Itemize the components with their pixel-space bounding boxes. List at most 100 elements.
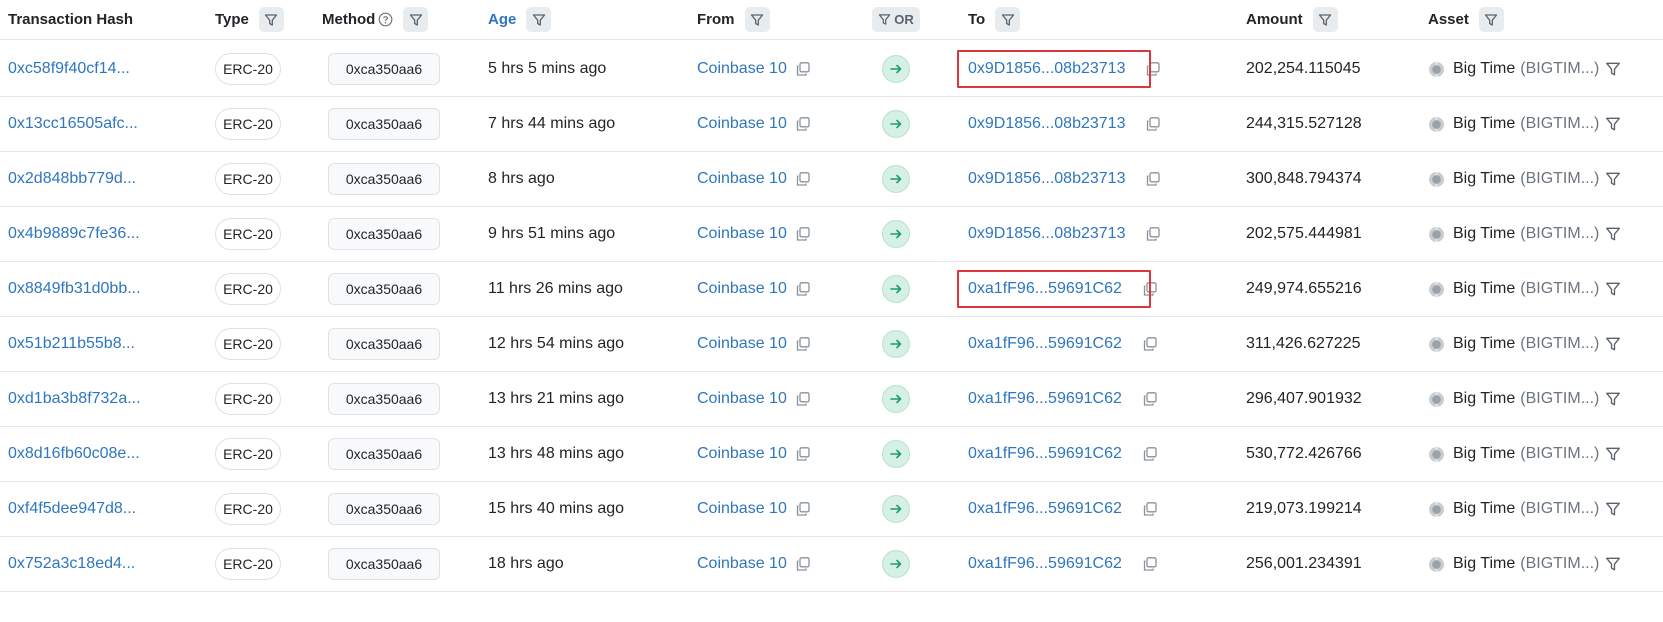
age-text: 15 hrs 40 mins ago [488,500,625,517]
method-badge[interactable]: 0xca350aa6 [328,218,440,250]
type-filter-button[interactable] [258,7,284,32]
transaction-hash-link[interactable]: 0x4b9889c7fe36... [8,225,140,243]
asset-filter-icon[interactable] [1605,336,1621,352]
from-address-link[interactable]: Coinbase 10 [697,390,787,408]
transaction-hash-link[interactable]: 0xf4f5dee947d8... [8,500,136,518]
help-icon[interactable] [378,12,393,27]
from-address-link[interactable]: Coinbase 10 [697,115,787,133]
copy-icon[interactable] [795,556,811,572]
transaction-hash-link[interactable]: 0xc58f9f40cf14... [8,60,130,78]
copy-icon[interactable] [795,61,811,77]
copy-icon[interactable] [1142,391,1158,407]
asset-filter-icon[interactable] [1605,501,1621,517]
method-badge[interactable]: 0xca350aa6 [328,108,440,140]
method-badge[interactable]: 0xca350aa6 [328,163,440,195]
copy-icon[interactable] [1145,116,1161,132]
method-badge[interactable]: 0xca350aa6 [328,328,440,360]
header-age-toggle[interactable]: Age [488,11,516,28]
asset-name-link[interactable]: Big Time [1453,115,1515,133]
type-badge: ERC-20 [215,108,281,140]
method-badge[interactable]: 0xca350aa6 [328,438,440,470]
token-icon [1428,61,1445,78]
transfer-direction-icon [882,55,910,83]
asset-name-link[interactable]: Big Time [1453,390,1515,408]
asset-name-link[interactable]: Big Time [1453,555,1515,573]
copy-icon[interactable] [795,336,811,352]
token-icon [1428,116,1445,133]
amount-value: 202,575.444981 [1246,225,1362,242]
asset-filter-icon[interactable] [1605,556,1621,572]
filter-icon [750,13,764,26]
to-address-link[interactable]: 0xa1fF96...59691C62 [968,335,1122,353]
copy-icon[interactable] [795,171,811,187]
copy-icon[interactable] [795,226,811,242]
from-address-link[interactable]: Coinbase 10 [697,225,787,243]
method-badge[interactable]: 0xca350aa6 [328,383,440,415]
transaction-hash-link[interactable]: 0x752a3c18ed4... [8,555,135,573]
copy-icon[interactable] [1142,556,1158,572]
asset-filter-icon[interactable] [1605,281,1621,297]
to-address-link[interactable]: 0x9D1856...08b23713 [968,225,1125,243]
asset-filter-icon[interactable] [1605,171,1621,187]
method-badge[interactable]: 0xca350aa6 [328,493,440,525]
asset-name-link[interactable]: Big Time [1453,225,1515,243]
asset-name-link[interactable]: Big Time [1453,500,1515,518]
to-address-link[interactable]: 0xa1fF96...59691C62 [968,500,1122,518]
or-label: OR [894,12,914,27]
asset-name-link[interactable]: Big Time [1453,445,1515,463]
from-address-link[interactable]: Coinbase 10 [697,500,787,518]
asset-name-link[interactable]: Big Time [1453,60,1515,78]
method-badge[interactable]: 0xca350aa6 [328,53,440,85]
from-address-link[interactable]: Coinbase 10 [697,445,787,463]
copy-icon[interactable] [795,281,811,297]
asset-filter-icon[interactable] [1605,446,1621,462]
transaction-hash-link[interactable]: 0x2d848bb779d... [8,170,136,188]
amount-filter-button[interactable] [1312,7,1338,32]
type-badge: ERC-20 [215,493,281,525]
type-badge: ERC-20 [215,273,281,305]
filter-icon [409,13,422,26]
to-address-link[interactable]: 0xa1fF96...59691C62 [968,555,1122,573]
from-address-link[interactable]: Coinbase 10 [697,60,787,78]
to-address-link[interactable]: 0x9D1856...08b23713 [968,115,1125,133]
transaction-hash-link[interactable]: 0x8849fb31d0bb... [8,280,141,298]
col-method: Method [322,0,429,39]
copy-icon[interactable] [1142,446,1158,462]
method-filter-button[interactable] [403,7,429,32]
copy-icon[interactable] [795,391,811,407]
asset-filter-icon[interactable] [1605,226,1621,242]
to-address-link[interactable]: 0x9D1856...08b23713 [968,170,1125,188]
transaction-hash-link[interactable]: 0x13cc16505afc... [8,115,138,133]
transaction-hash-link[interactable]: 0x51b211b55b8... [8,335,135,353]
from-filter-button[interactable] [744,7,770,32]
transaction-hash-link[interactable]: 0xd1ba3b8f732a... [8,390,141,408]
to-filter-button[interactable] [995,7,1021,32]
to-address-link[interactable]: 0xa1fF96...59691C62 [968,390,1122,408]
copy-icon[interactable] [795,116,811,132]
asset-filter-icon[interactable] [1605,116,1621,132]
from-address-link[interactable]: Coinbase 10 [697,170,787,188]
from-address-link[interactable]: Coinbase 10 [697,555,787,573]
asset-filter-icon[interactable] [1605,61,1621,77]
copy-icon[interactable] [1142,336,1158,352]
from-address-link[interactable]: Coinbase 10 [697,335,787,353]
transaction-hash-link[interactable]: 0x8d16fb60c08e... [8,445,140,463]
method-badge[interactable]: 0xca350aa6 [328,273,440,305]
copy-icon[interactable] [1145,226,1161,242]
copy-icon[interactable] [795,501,811,517]
asset-name-link[interactable]: Big Time [1453,280,1515,298]
type-badge: ERC-20 [215,328,281,360]
copy-icon[interactable] [795,446,811,462]
from-address-link[interactable]: Coinbase 10 [697,280,787,298]
age-filter-button[interactable] [526,7,552,32]
copy-icon[interactable] [1145,171,1161,187]
method-badge[interactable]: 0xca350aa6 [328,548,440,580]
or-filter-button[interactable]: OR [872,7,920,32]
to-address-link[interactable]: 0xa1fF96...59691C62 [968,445,1122,463]
asset-filter-button[interactable] [1478,7,1504,32]
asset-name-link[interactable]: Big Time [1453,170,1515,188]
asset-name-link[interactable]: Big Time [1453,335,1515,353]
copy-icon[interactable] [1142,501,1158,517]
asset-filter-icon[interactable] [1605,391,1621,407]
table-header: Transaction Hash Type Method Age From OR… [0,0,1663,40]
